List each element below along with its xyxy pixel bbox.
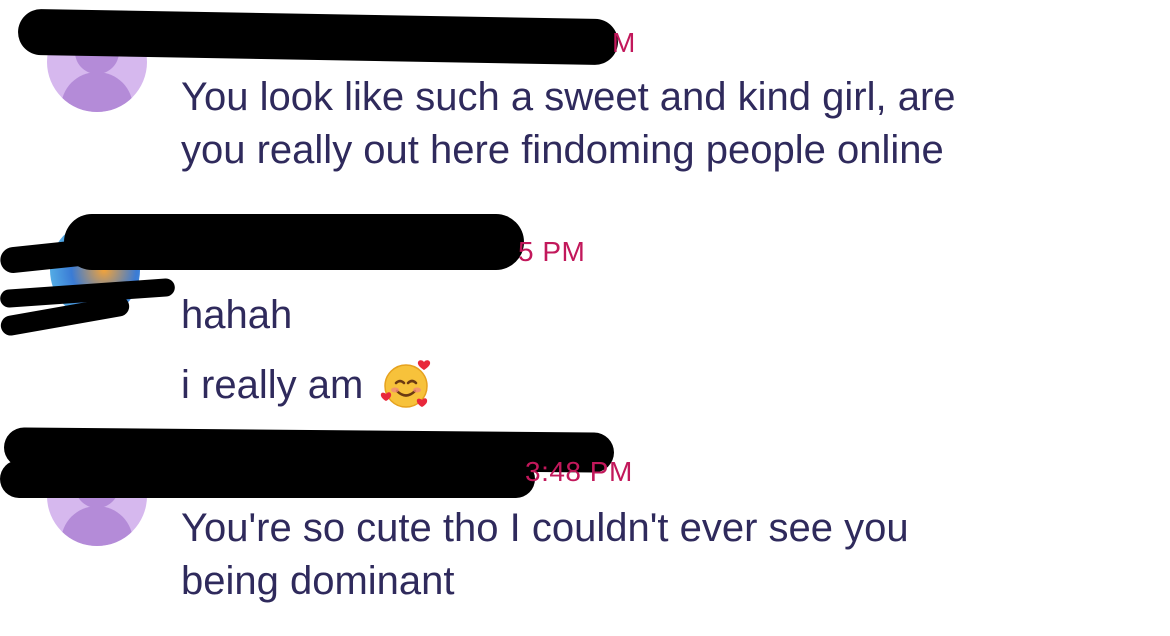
avatar-body — [61, 506, 133, 546]
message-text: You're so cute tho I couldn't ever see y… — [181, 502, 909, 608]
message-line: You're so cute tho I couldn't ever see y… — [181, 506, 909, 550]
message-timestamp: 3:48 PM — [525, 456, 633, 487]
message-line: being dominant — [181, 559, 455, 603]
redaction-bar — [0, 460, 535, 498]
message-group-3: 3:48 PM You're so cute tho I couldn't ev… — [0, 0, 1170, 636]
